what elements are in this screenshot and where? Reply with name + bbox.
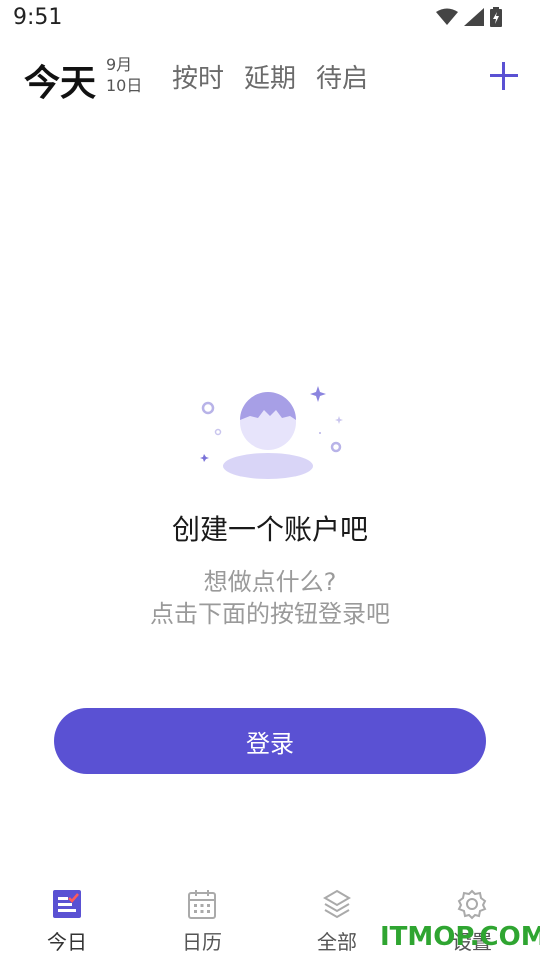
layers-icon [323, 889, 351, 919]
date-display: 9月 10日 [106, 54, 142, 96]
status-bar: 9:51 [0, 0, 540, 38]
status-time: 9:51 [13, 5, 63, 30]
battery-icon [490, 7, 502, 27]
tab-delayed[interactable]: 延期 [244, 58, 296, 95]
nav-label-all: 全部 [317, 930, 357, 954]
status-icons [436, 7, 502, 27]
page-title: 今天 [24, 63, 97, 104]
login-button[interactable]: 登录 [54, 708, 486, 774]
today-list-icon [53, 890, 81, 918]
wifi-icon [436, 8, 458, 25]
tab-pending[interactable]: 待启 [316, 58, 368, 95]
nav-item-today[interactable]: 今日 [17, 888, 117, 955]
nav-label-today: 今日 [47, 930, 87, 954]
date-day: 10日 [106, 76, 143, 95]
empty-state-subtitle-line2: 点击下面的按钮登录吧 [150, 600, 390, 628]
header: 今天 9月 10日 按时 延期 待启 [0, 48, 540, 104]
avatar-placeholder-illustration [200, 386, 343, 479]
add-task-button[interactable] [486, 58, 522, 94]
gear-icon [457, 889, 487, 920]
tab-on-time[interactable]: 按时 [172, 58, 224, 95]
empty-state-title: 创建一个账户吧 [171, 513, 368, 546]
watermark: ITMOP.COM [380, 922, 540, 952]
empty-state-subtitle-line1: 想做点什么? [203, 568, 337, 596]
nav-item-all[interactable]: 全部 [287, 888, 387, 955]
calendar-icon [188, 890, 216, 919]
nav-item-calendar[interactable]: 日历 [152, 888, 252, 955]
empty-state-subtitle: 想做点什么? 点击下面的按钮登录吧 [0, 566, 540, 630]
date-month: 9月 [106, 55, 133, 74]
nav-label-calendar: 日历 [182, 930, 222, 954]
signal-icon [464, 8, 484, 26]
